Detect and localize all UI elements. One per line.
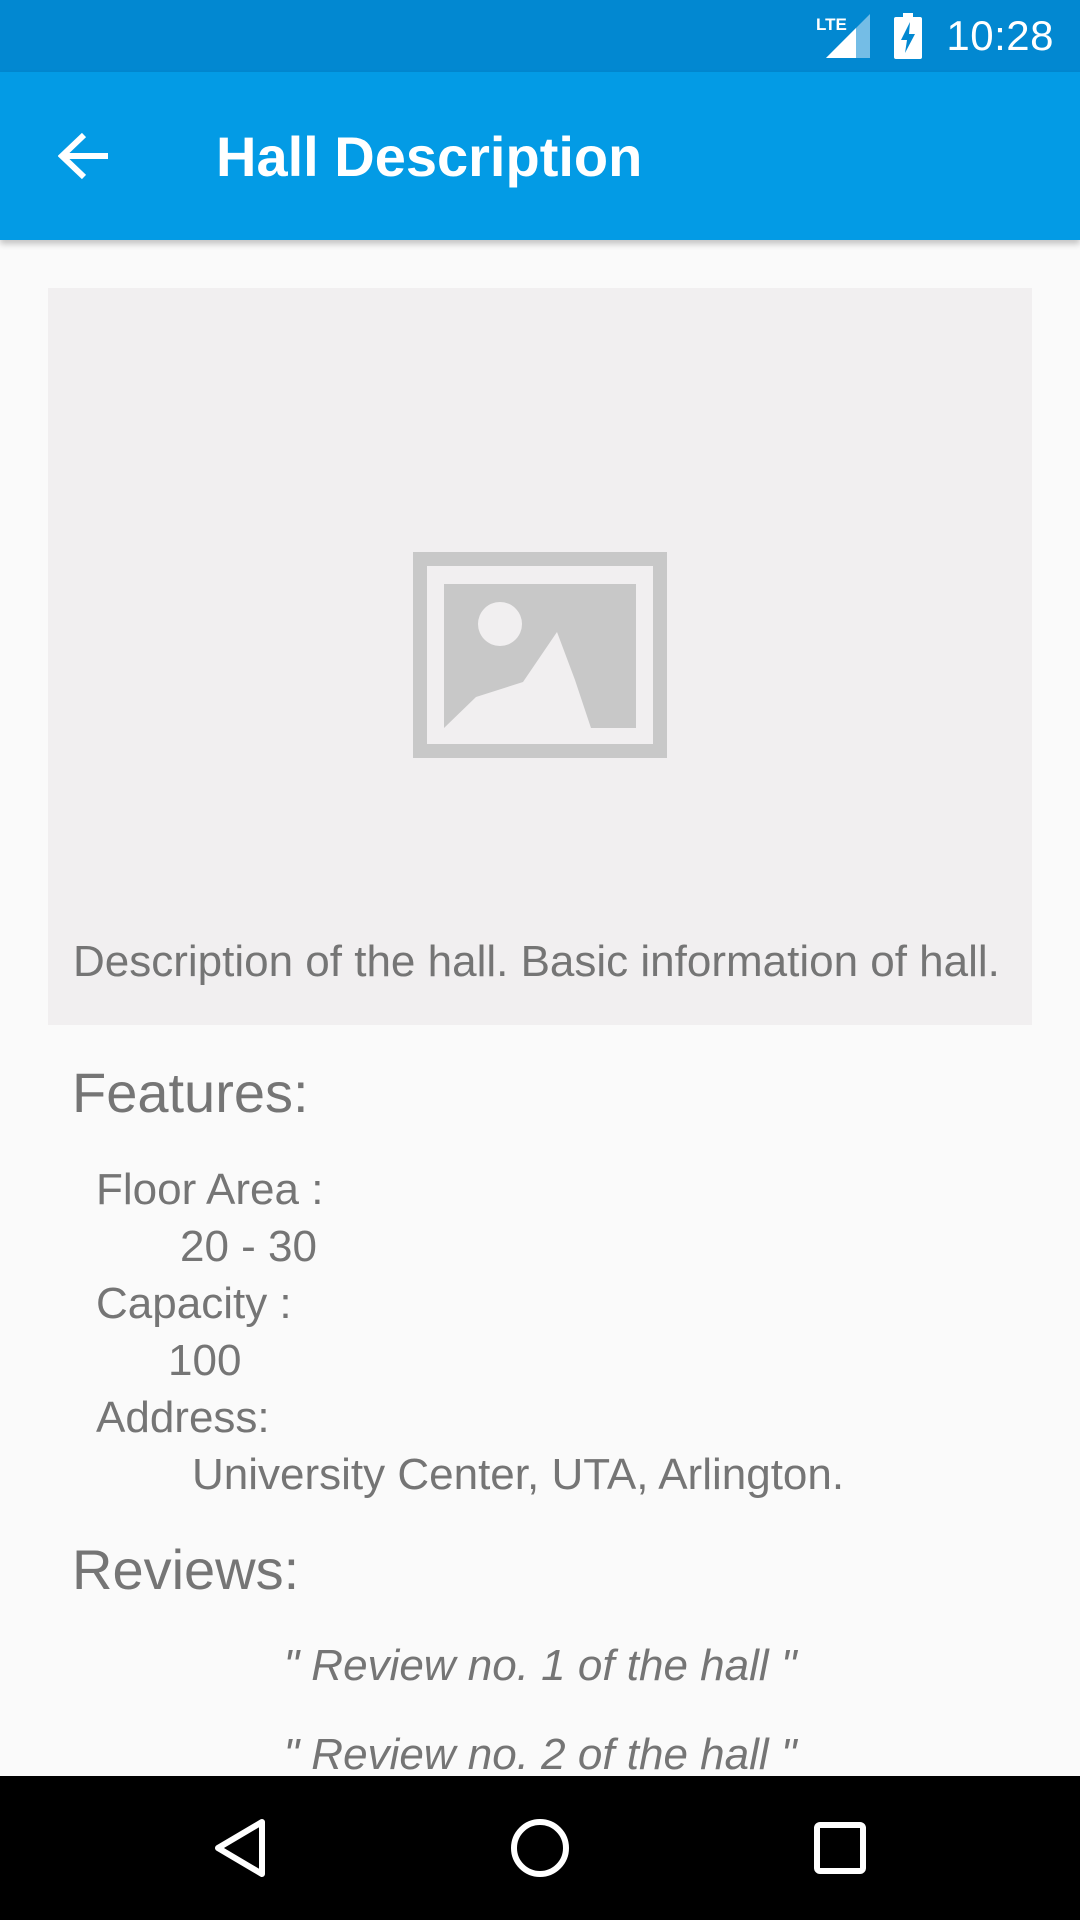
image-placeholder-icon: [413, 552, 667, 758]
lte-signal-icon: LTE: [816, 14, 871, 58]
nav-home-button[interactable]: [450, 1776, 630, 1920]
recents-square-icon: [814, 1822, 866, 1874]
floor-area-value: 20 - 30: [180, 1222, 317, 1271]
status-bar: LTE 10:28: [0, 0, 1080, 72]
page-title: Hall Description: [216, 124, 643, 188]
network-label: LTE: [816, 15, 847, 34]
address-label: Address:: [96, 1393, 270, 1442]
floor-area-label: Floor Area :: [96, 1165, 324, 1214]
content-scroll[interactable]: Description of the hall. Basic informati…: [0, 240, 1080, 1776]
arrow-back-icon: [58, 132, 108, 180]
capacity-label: Capacity :: [96, 1279, 292, 1328]
nav-back-button[interactable]: [150, 1776, 330, 1920]
navigation-bar: [0, 1776, 1080, 1920]
nav-recents-button[interactable]: [750, 1776, 930, 1920]
hall-card: Description of the hall. Basic informati…: [48, 288, 1032, 1025]
review-item: " Review no. 2 of the hall ": [283, 1730, 797, 1776]
address-value: University Center, UTA, Arlington.: [192, 1450, 845, 1499]
back-triangle-icon: [215, 1819, 265, 1877]
review-item: " Review no. 1 of the hall ": [283, 1641, 797, 1690]
capacity-value: 100: [168, 1336, 242, 1385]
hall-description: Description of the hall. Basic informati…: [73, 937, 1000, 986]
back-button[interactable]: [24, 96, 144, 216]
status-time: 10:28: [946, 12, 1054, 59]
features-heading: Features:: [72, 1061, 309, 1124]
reviews-heading: Reviews:: [72, 1538, 300, 1601]
app-bar: Hall Description: [0, 72, 1080, 240]
battery-charging-icon: [894, 13, 923, 59]
home-circle-icon: [511, 1819, 569, 1877]
